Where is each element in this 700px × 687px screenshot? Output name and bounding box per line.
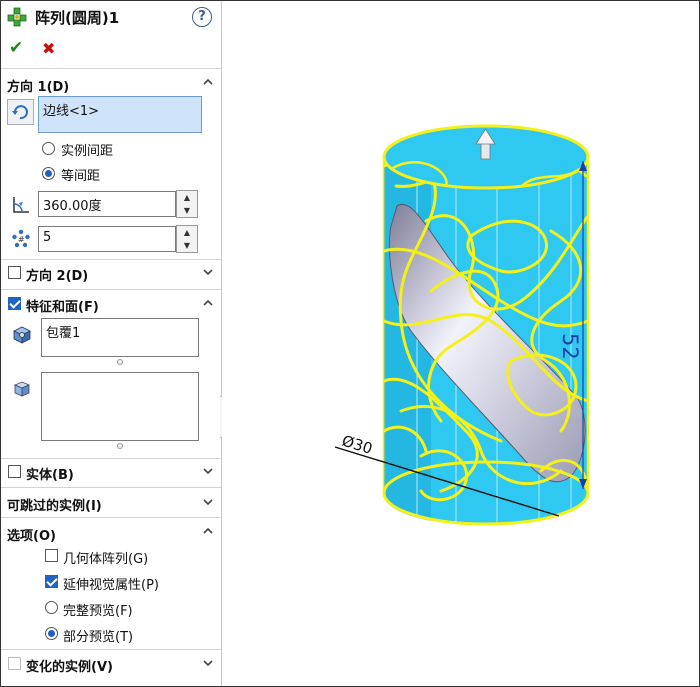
radio-partial-preview-label: 部分预览(T) <box>63 630 134 645</box>
instance-count-input[interactable]: 5 <box>38 226 176 252</box>
direction1-reference-value: 边线<1> <box>43 104 100 119</box>
radio-partial-preview[interactable] <box>45 627 58 640</box>
reverse-direction-button[interactable] <box>7 99 34 125</box>
divider <box>1 649 221 650</box>
radio-equal-spacing-label: 等间距 <box>61 169 101 184</box>
graphics-viewport[interactable]: 52 Ø30 <box>222 1 699 686</box>
height-dimension-label[interactable]: 52 <box>558 333 582 360</box>
spin-up-icon[interactable]: ▲ <box>177 226 197 239</box>
divider <box>1 458 221 459</box>
features-title[interactable]: 特征和面(F) <box>26 296 99 315</box>
resize-handle[interactable] <box>117 443 123 449</box>
help-icon[interactable]: ? <box>192 7 212 27</box>
skip-instances-title[interactable]: 可跳过的实例(I) <box>7 495 102 514</box>
direction1-title[interactable]: 方向 1(D) <box>7 76 69 95</box>
angle-spinner[interactable]: ▲ ▼ <box>176 190 198 218</box>
circular-pattern-icon <box>7 7 27 27</box>
chevron-up-icon[interactable] <box>201 524 215 538</box>
direction1-reference-field[interactable]: 边线<1> <box>38 96 202 133</box>
spin-down-icon[interactable]: ▼ <box>177 204 197 217</box>
ok-button[interactable]: ✔ <box>9 38 23 58</box>
radio-equal-spacing[interactable] <box>42 167 55 180</box>
count-spinner[interactable]: ▲ ▼ <box>176 225 198 253</box>
features-list-item[interactable]: 包覆1 <box>46 322 80 341</box>
angle-icon <box>13 197 29 213</box>
radio-instance-spacing-label: 实例间距 <box>61 144 114 159</box>
geometry-pattern-label: 几何体阵列(G) <box>63 552 149 567</box>
resize-handle[interactable] <box>117 359 123 365</box>
features-checkbox[interactable] <box>8 297 21 310</box>
radio-full-preview[interactable] <box>45 601 58 614</box>
direction2-checkbox[interactable] <box>8 266 21 279</box>
divider <box>1 68 221 69</box>
angle-input[interactable]: 360.00度 <box>38 191 176 217</box>
chevron-up-icon[interactable] <box>201 75 215 89</box>
bodies-title[interactable]: 实体(B) <box>26 464 74 483</box>
varying-instances-title[interactable]: 变化的实例(V) <box>26 656 113 675</box>
direction2-title[interactable]: 方向 2(D) <box>26 265 88 284</box>
panel-header: 阵列(圆周)1 ? <box>1 1 221 35</box>
radio-instance-spacing[interactable] <box>42 142 55 155</box>
propagate-visual-checkbox[interactable] <box>45 575 58 588</box>
cancel-button[interactable]: ✖ <box>42 39 55 58</box>
faces-list[interactable] <box>41 372 199 441</box>
window: 阵列(圆周)1 ? ✔ ✖ 方向 1(D) 边线<1> 实例间距 等间距 360… <box>0 0 700 687</box>
chevron-down-icon[interactable] <box>201 495 215 509</box>
spin-up-icon[interactable]: ▲ <box>177 191 197 204</box>
spin-down-icon[interactable]: ▼ <box>177 239 197 252</box>
instance-count-icon: # <box>12 229 30 248</box>
propagate-visual-label: 延伸视觉属性(P) <box>63 578 159 593</box>
varying-instances-checkbox[interactable] <box>8 657 21 670</box>
chevron-down-icon[interactable] <box>201 464 215 478</box>
instance-count-value: 5 <box>43 230 52 245</box>
svg-text:#: # <box>18 235 25 244</box>
angle-value: 360.00度 <box>43 199 102 214</box>
model-view[interactable]: 52 Ø30 <box>222 1 699 686</box>
divider <box>1 487 221 488</box>
radio-full-preview-label: 完整预览(F) <box>63 604 133 619</box>
geometry-pattern-checkbox[interactable] <box>45 549 58 562</box>
features-list[interactable]: 包覆1 <box>41 318 199 357</box>
chevron-up-icon[interactable] <box>201 296 215 310</box>
property-manager-panel: 阵列(圆周)1 ? ✔ ✖ 方向 1(D) 边线<1> 实例间距 等间距 360… <box>1 1 222 686</box>
options-title[interactable]: 选项(O) <box>7 525 56 544</box>
chevron-down-icon[interactable] <box>201 656 215 670</box>
chevron-down-icon[interactable] <box>201 265 215 279</box>
features-icon <box>13 326 31 344</box>
divider <box>1 517 221 518</box>
page-title: 阵列(圆周)1 <box>35 9 120 27</box>
diameter-dimension-label[interactable]: Ø30 <box>340 432 375 458</box>
reverse-direction-icon <box>12 105 28 120</box>
divider <box>1 289 221 290</box>
divider <box>1 259 221 260</box>
faces-icon <box>13 381 31 397</box>
bodies-checkbox[interactable] <box>8 465 21 478</box>
